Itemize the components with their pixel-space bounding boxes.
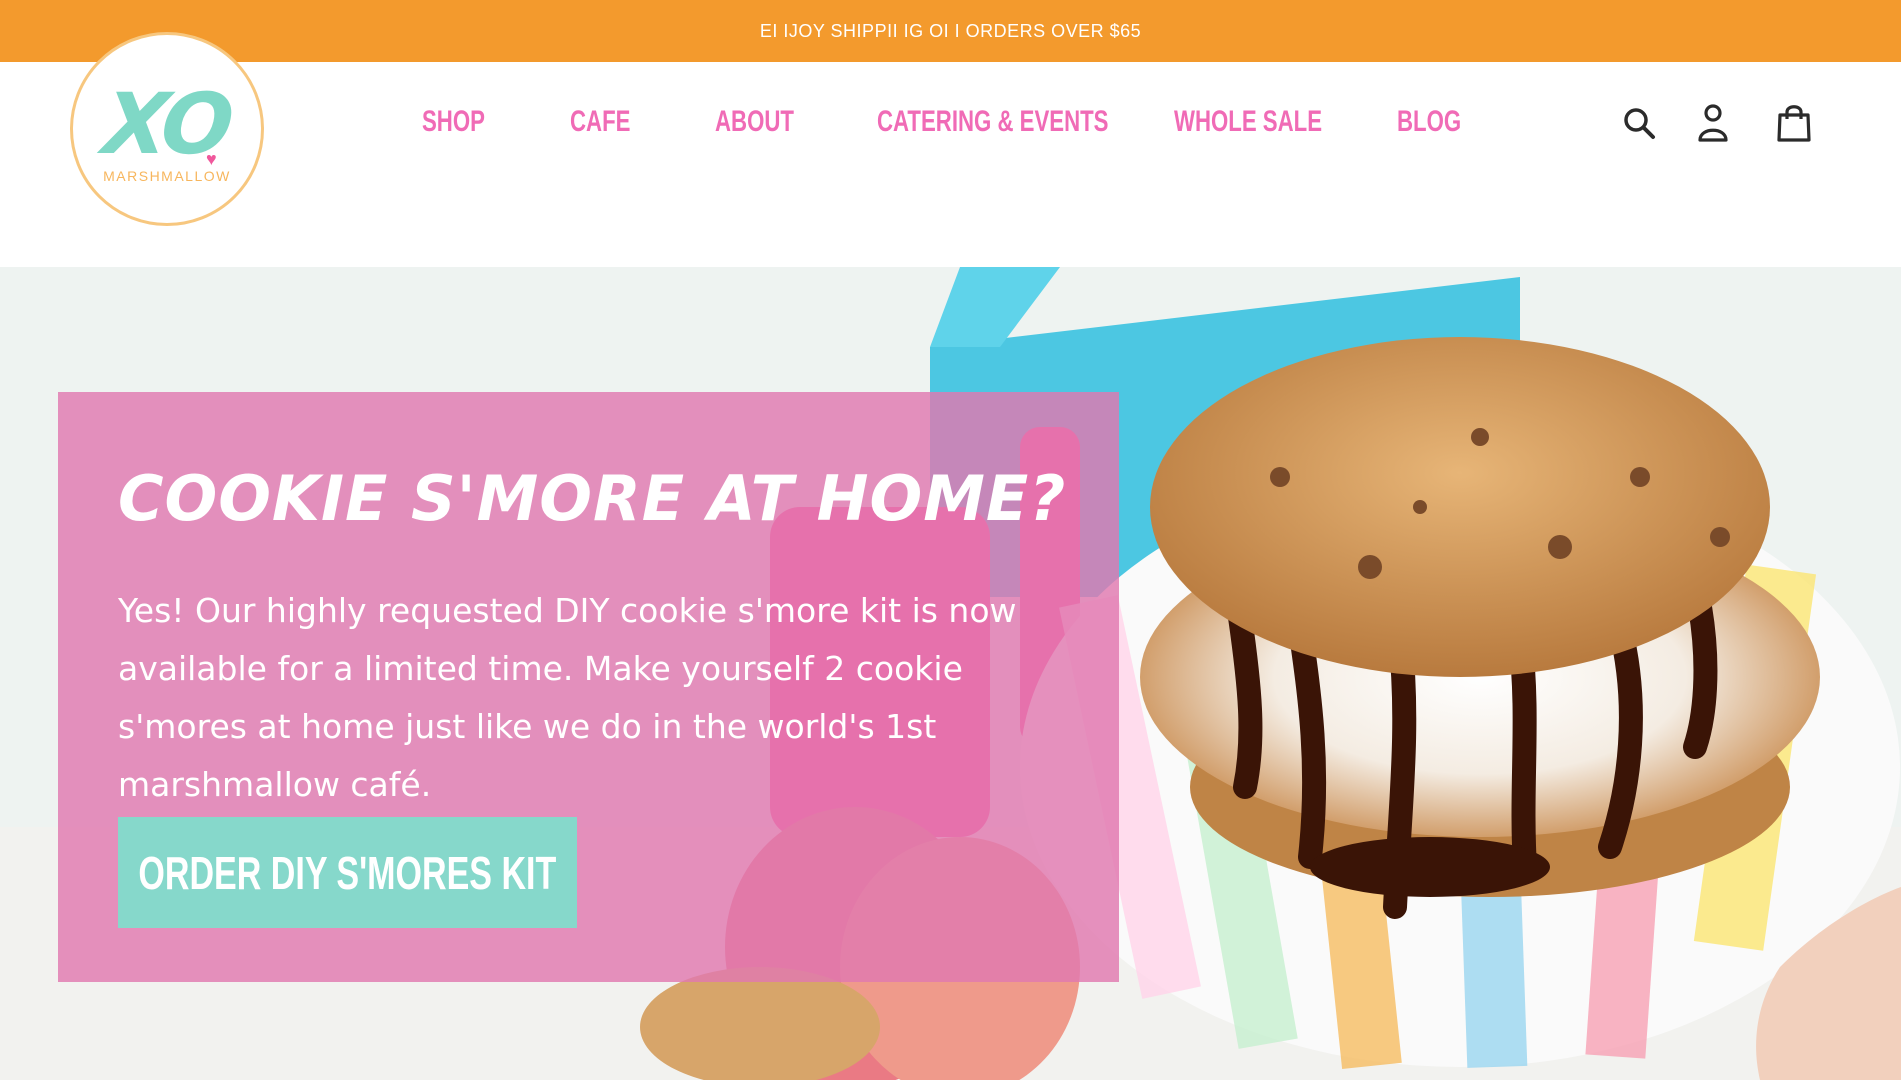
cart-icon	[1777, 105, 1811, 142]
account-button[interactable]	[1690, 98, 1736, 148]
nav-item-catering-events[interactable]: CATERING & EVENTS	[877, 105, 1108, 139]
order-kit-button-label: ORDER DIY S'MORES KIT	[138, 846, 557, 899]
promo-title: COOKIE S'MORE AT HOME?	[118, 462, 1067, 535]
site-header: XO ♥ MARSHMALLOW SHOP CAFE ABOUT CATERIN…	[0, 32, 1901, 267]
search-button[interactable]	[1616, 98, 1662, 148]
nav-item-whole-sale[interactable]: WHOLE SALE	[1174, 105, 1322, 139]
hero-banner: COOKIE S'MORE AT HOME? Yes! Our highly r…	[0, 267, 1901, 1080]
heart-icon: ♥	[206, 149, 217, 169]
nav-item-cafe[interactable]: CAFE	[570, 105, 630, 139]
cart-button[interactable]	[1771, 98, 1817, 148]
search-icon	[1624, 108, 1655, 139]
announcement-bar: EI IJOY SHIPPII IG OI I ORDERS OVER $65	[0, 0, 1901, 62]
site-logo[interactable]: XO ♥ MARSHMALLOW	[70, 32, 264, 226]
account-icon	[1698, 104, 1728, 142]
promo-panel: COOKIE S'MORE AT HOME? Yes! Our highly r…	[58, 392, 1119, 982]
nav-item-about[interactable]: ABOUT	[715, 105, 794, 139]
nav-item-shop[interactable]: SHOP	[422, 105, 485, 139]
announcement-text: EI IJOY SHIPPII IG OI I ORDERS OVER $65	[759, 20, 1142, 41]
nav-item-blog[interactable]: BLOG	[1397, 105, 1461, 139]
order-kit-button[interactable]: ORDER DIY S'MORES KIT	[118, 817, 577, 928]
promo-description: Yes! Our highly requested DIY cookie s'm…	[118, 591, 1017, 804]
